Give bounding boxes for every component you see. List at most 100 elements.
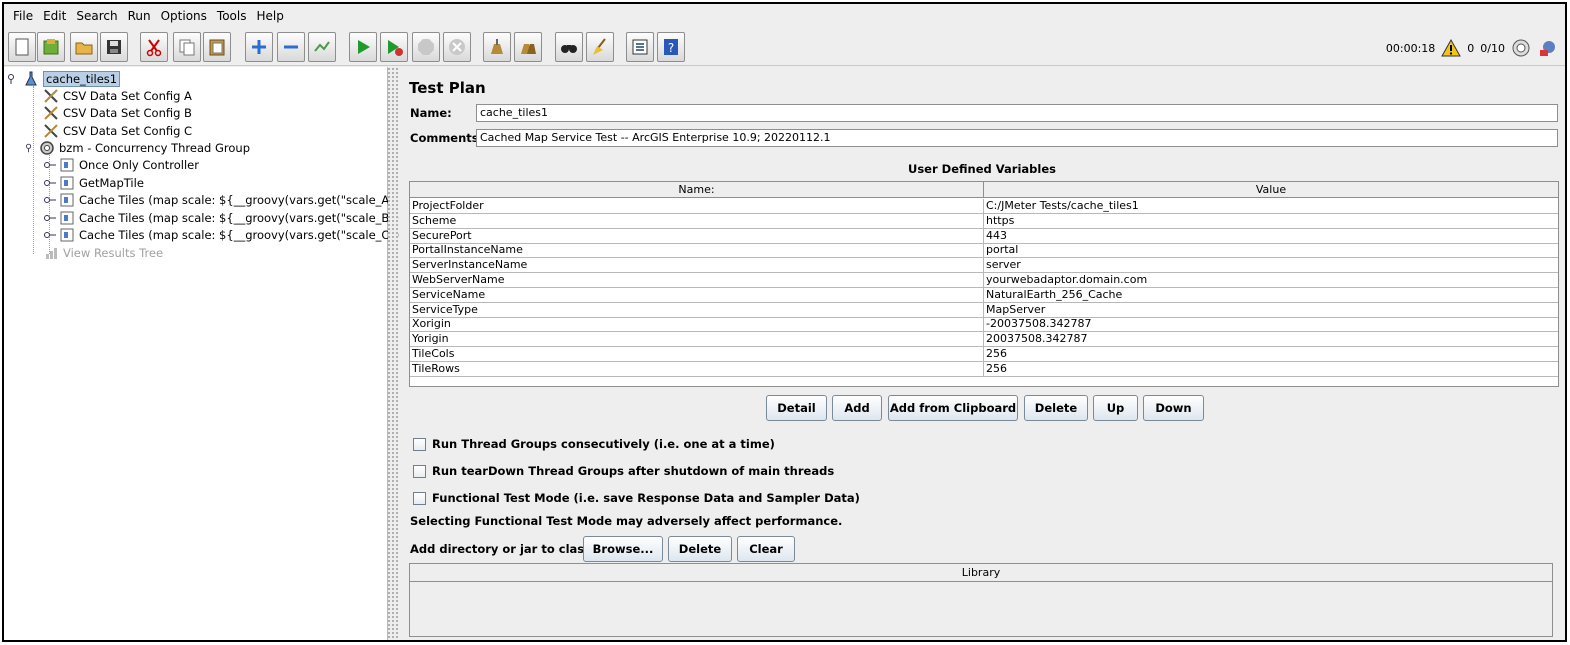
clear-all-button[interactable] (514, 32, 542, 62)
warning-icon[interactable] (1441, 38, 1462, 58)
menu-help[interactable]: Help (251, 9, 288, 23)
split-pane-divider[interactable] (388, 67, 398, 640)
tree-node-thread-group[interactable]: bzm - Concurrency Thread Group (26, 139, 250, 156)
variable-name-cell[interactable]: TileCols (410, 347, 984, 361)
stop-button[interactable] (412, 32, 440, 62)
table-row[interactable]: PortalInstanceName portal (410, 243, 1558, 259)
delete-variable-button[interactable]: Delete (1024, 395, 1088, 421)
reset-search-button[interactable] (586, 32, 614, 62)
clear-button[interactable] (483, 32, 511, 62)
variable-value-cell[interactable]: 20037508.342787 (984, 332, 1558, 346)
menu-file[interactable]: File (8, 9, 38, 23)
functional-test-mode-checkbox[interactable] (413, 491, 426, 505)
copy-button[interactable] (173, 32, 201, 62)
table-row[interactable]: ServerInstanceName server (410, 258, 1558, 274)
table-row[interactable]: WebServerName yourwebadaptor.domain.com (410, 273, 1558, 288)
library-column-header[interactable]: Library (410, 564, 1552, 582)
variable-name-cell[interactable]: SecurePort (410, 228, 984, 243)
table-row[interactable]: TileRows 256 (410, 361, 1558, 377)
clear-classpath-button[interactable]: Clear (737, 536, 795, 562)
tree-node-cache-tiles-a[interactable]: Cache Tiles (map scale: ${__groovy(vars.… (44, 191, 415, 208)
functional-test-mode-option[interactable]: Functional Test Mode (i.e. save Response… (413, 491, 860, 505)
variable-name-cell[interactable]: ProjectFolder (410, 199, 984, 213)
table-row[interactable]: ServiceType MapServer (410, 302, 1558, 318)
save-button[interactable] (100, 32, 128, 62)
column-header-name[interactable]: Name: (410, 182, 984, 198)
move-down-button[interactable]: Down (1143, 395, 1204, 421)
variable-value-cell[interactable]: 256 (984, 362, 1558, 376)
variable-value-cell[interactable]: 256 (984, 347, 1558, 361)
tree-node-csv-b[interactable]: CSV Data Set Config B (42, 104, 192, 121)
variable-name-cell[interactable]: ServiceType (410, 302, 984, 317)
run-teardown-option[interactable]: Run tearDown Thread Groups after shutdow… (413, 464, 834, 478)
delete-classpath-button[interactable]: Delete (668, 536, 732, 562)
table-row[interactable]: ServiceName NaturalEarth_256_Cache (410, 287, 1558, 303)
comments-field[interactable]: Cached Map Service Test -- ArcGIS Enterp… (476, 129, 1558, 147)
paste-button[interactable] (203, 32, 231, 62)
collapse-all-button[interactable] (277, 32, 305, 62)
collapsed-toggle-icon[interactable] (44, 160, 58, 170)
menu-tools[interactable]: Tools (212, 9, 252, 23)
collapsed-toggle-icon[interactable] (44, 213, 58, 223)
table-row[interactable]: ProjectFolder C:/JMeter Tests/cache_tiles… (410, 199, 1558, 214)
tree-node-csv-c[interactable]: CSV Data Set Config C (42, 122, 192, 139)
menu-run[interactable]: Run (123, 9, 156, 23)
collapsed-toggle-icon[interactable] (44, 195, 58, 205)
add-from-clipboard-button[interactable]: Add from Clipboard (888, 395, 1018, 421)
variable-name-cell[interactable]: ServiceName (410, 287, 984, 302)
variable-value-cell[interactable]: -20037508.342787 (984, 317, 1558, 331)
variable-name-cell[interactable]: TileRows (410, 361, 984, 376)
variable-value-cell[interactable]: MapServer (984, 303, 1558, 317)
menu-options[interactable]: Options (156, 9, 212, 23)
templates-button[interactable] (37, 32, 65, 62)
tree-node-cache-tiles-c[interactable]: Cache Tiles (map scale: ${__groovy(vars.… (44, 226, 416, 243)
table-row[interactable]: TileCols 256 (410, 347, 1558, 362)
table-row[interactable]: Xorigin -20037508.342787 (410, 317, 1558, 333)
collapsed-toggle-icon[interactable] (44, 178, 58, 188)
variable-value-cell[interactable]: server (984, 258, 1558, 272)
shutdown-button[interactable] (443, 32, 471, 62)
variable-value-cell[interactable]: C:/JMeter Tests/cache_tiles1 (984, 199, 1558, 213)
run-consecutively-checkbox[interactable] (413, 437, 426, 451)
browse-button[interactable]: Browse... (583, 536, 663, 562)
variable-name-cell[interactable]: Yorigin (410, 332, 984, 347)
log-viewer-icon[interactable] (1537, 38, 1557, 58)
variable-value-cell[interactable]: yourwebadaptor.domain.com (984, 273, 1558, 287)
variable-value-cell[interactable]: NaturalEarth_256_Cache (984, 288, 1558, 302)
variable-value-cell[interactable]: 443 (984, 229, 1558, 243)
table-row[interactable]: SecurePort 443 (410, 228, 1558, 244)
start-button[interactable] (349, 32, 377, 62)
detail-button[interactable]: Detail (766, 395, 827, 421)
open-button[interactable] (70, 32, 98, 62)
new-button[interactable] (8, 32, 36, 62)
run-consecutively-option[interactable]: Run Thread Groups consecutively (i.e. on… (413, 437, 775, 451)
expanded-toggle-icon[interactable] (26, 143, 38, 153)
menu-search[interactable]: Search (71, 9, 122, 23)
collapsed-toggle-icon[interactable] (44, 230, 58, 240)
toggle-button[interactable] (308, 32, 336, 62)
cut-button[interactable] (140, 32, 168, 62)
run-teardown-checkbox[interactable] (413, 464, 426, 478)
variable-value-cell[interactable]: https (984, 214, 1558, 228)
start-no-pauses-button[interactable] (380, 32, 408, 62)
variable-name-cell[interactable]: ServerInstanceName (410, 258, 984, 273)
variable-value-cell[interactable]: portal (984, 243, 1558, 257)
tree-node-getmaptile[interactable]: GetMapTile (44, 174, 144, 191)
name-field[interactable]: cache_tiles1 (476, 104, 1558, 122)
tree-node-csv-a[interactable]: CSV Data Set Config A (42, 87, 192, 104)
expanded-toggle-icon[interactable] (8, 73, 22, 84)
variable-name-cell[interactable]: Xorigin (410, 317, 984, 332)
menu-edit[interactable]: Edit (38, 9, 71, 23)
search-button[interactable] (555, 32, 583, 62)
help-button[interactable]: ? (657, 32, 685, 62)
tree-node-once-only[interactable]: Once Only Controller (44, 156, 199, 173)
function-helper-button[interactable] (626, 32, 654, 62)
expand-all-button[interactable] (245, 32, 273, 62)
table-row[interactable]: Yorigin 20037508.342787 (410, 332, 1558, 348)
tree-node-view-results[interactable]: View Results Tree (42, 244, 163, 261)
table-row[interactable]: Scheme https (410, 213, 1558, 229)
tree-node-cache-tiles-b[interactable]: Cache Tiles (map scale: ${__groovy(vars.… (44, 209, 415, 226)
add-button[interactable]: Add (832, 395, 882, 421)
variable-name-cell[interactable]: PortalInstanceName (410, 243, 984, 258)
column-header-value[interactable]: Value (984, 182, 1558, 198)
